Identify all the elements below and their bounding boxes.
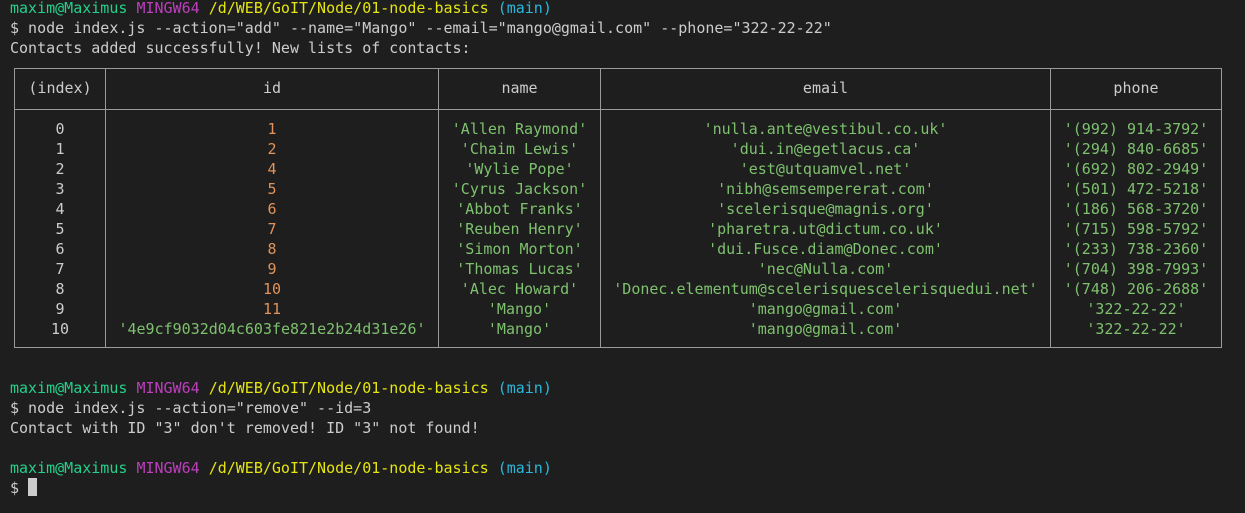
- table-header-id: id: [262, 79, 282, 97]
- table-cell-name: 'Wylie Pope': [465, 160, 574, 178]
- command-line: $ node index.js --action="add" --name="M…: [10, 19, 832, 37]
- prompt-path: /d/WEB/GoIT/Node/01-node-basics: [208, 459, 489, 477]
- table-cell-phone: '(748) 206-2688': [1063, 280, 1209, 298]
- table-cell-id: 8: [267, 240, 277, 258]
- table-cell-name: 'Thomas Lucas': [456, 260, 583, 278]
- table-cell-index: 9: [55, 300, 65, 318]
- table-cell-id: 11: [262, 300, 282, 318]
- table-cell-email: 'mango@gmail.com': [748, 320, 903, 338]
- prompt-shell: MINGW64: [136, 459, 200, 477]
- table-cell-email: 'Donec.elementum@scelerisquescelerisqued…: [613, 280, 1038, 298]
- prompt-shell: MINGW64: [136, 0, 200, 17]
- table-cell-name: 'Abbot Franks': [456, 200, 583, 218]
- table-cell-index: 6: [55, 240, 65, 258]
- table-cell-index: 0: [55, 120, 65, 138]
- table-cell-id: '4e9cf9032d04c603fe821e2b24d31e26': [118, 320, 426, 338]
- table-cell-index: 7: [55, 260, 65, 278]
- table-cell-id: 10: [262, 280, 282, 298]
- table-cell-index: 8: [55, 280, 65, 298]
- table-cell-index: 4: [55, 200, 65, 218]
- table-cell-email: 'dui.Fusce.diam@Donec.com': [708, 240, 943, 258]
- command-line: $ node index.js --action="remove" --id=3: [10, 399, 372, 417]
- table-cell-email: 'pharetra.ut@dictum.co.uk': [708, 220, 943, 238]
- table-cell-phone: '(186) 568-3720': [1063, 200, 1209, 218]
- table-cell-id: 6: [267, 200, 277, 218]
- table-cell-index: 10: [50, 320, 70, 338]
- table-cell-id: 1: [267, 120, 277, 138]
- prompt-shell: MINGW64: [136, 379, 200, 397]
- table-cell-email: 'est@utquamvel.net': [739, 160, 912, 178]
- table-cell-name: 'Simon Morton': [456, 240, 583, 258]
- table-cell-email: 'nec@Nulla.com': [757, 260, 894, 278]
- table-cell-phone: '(233) 738-2360': [1063, 240, 1209, 258]
- table-cell-email: 'dui.in@egetlacus.ca': [730, 140, 921, 158]
- table-cell-phone: '(992) 914-3792': [1063, 120, 1209, 138]
- table-cell-name: 'Mango': [487, 320, 552, 338]
- table-cell-email: 'scelerisque@magnis.org': [717, 200, 934, 218]
- table-cell-id: 5: [267, 180, 277, 198]
- table-cell-name: 'Reuben Henry': [456, 220, 583, 238]
- prompt-branch: (main): [497, 379, 552, 397]
- table-cell-name: 'Chaim Lewis': [460, 140, 579, 158]
- table-cell-name: 'Alec Howard': [460, 280, 579, 298]
- table-header-email: email: [802, 79, 849, 97]
- table-cell-name: 'Allen Raymond': [451, 120, 588, 138]
- output-line: Contacts added successfully! New lists o…: [10, 39, 471, 57]
- table-header-index: (index): [28, 79, 92, 97]
- table-cell-index: 5: [55, 220, 65, 238]
- prompt-dollar: $: [10, 479, 29, 497]
- table-cell-phone: '322-22-22': [1086, 320, 1186, 338]
- prompt-line: maxim@Maximus MINGW64 /d/WEB/GoIT/Node/0…: [10, 0, 552, 18]
- prompt-line: maxim@Maximus MINGW64 /d/WEB/GoIT/Node/0…: [10, 378, 552, 398]
- prompt-user: maxim@Maximus: [10, 459, 128, 477]
- table-cell-id: 7: [267, 220, 277, 238]
- table-cell-name: 'Mango': [487, 300, 552, 318]
- prompt-branch: (main): [497, 0, 552, 17]
- table-cell-index: 1: [55, 140, 65, 158]
- table-header-name: name: [501, 79, 538, 97]
- table-cell-phone: '(501) 472-5218': [1063, 180, 1209, 198]
- table-cell-phone: '(692) 802-2949': [1063, 160, 1209, 178]
- text-cursor: [28, 478, 38, 496]
- prompt-user: maxim@Maximus: [10, 379, 128, 397]
- table-cell-phone: '(715) 598-5792': [1063, 220, 1209, 238]
- table-cell-id: 2: [267, 140, 277, 158]
- prompt-path: /d/WEB/GoIT/Node/01-node-basics: [208, 379, 489, 397]
- output-line: Contact with ID "3" don't removed! ID "3…: [10, 419, 480, 437]
- input-line[interactable]: $: [10, 478, 38, 498]
- table-cell-id: 4: [267, 160, 277, 178]
- table-cell-phone: '(704) 398-7993': [1063, 260, 1209, 278]
- header-separator: [15, 109, 1221, 110]
- prompt-path: /d/WEB/GoIT/Node/01-node-basics: [208, 0, 489, 17]
- prompt-line: maxim@Maximus MINGW64 /d/WEB/GoIT/Node/0…: [10, 458, 552, 478]
- prompt-branch: (main): [497, 459, 552, 477]
- table-cell-email: 'nibh@semsempererat.com': [717, 180, 934, 198]
- prompt-user: maxim@Maximus: [10, 0, 128, 17]
- table-header-phone: phone: [1113, 79, 1159, 97]
- table-cell-email: 'mango@gmail.com': [748, 300, 903, 318]
- table-cell-id: 9: [267, 260, 277, 278]
- table-cell-phone: '322-22-22': [1086, 300, 1186, 318]
- contacts-table: (index) id name email phone 0 1 'Allen Ray…: [14, 68, 1222, 348]
- table-cell-index: 3: [55, 180, 65, 198]
- terminal-window[interactable]: maxim@Maximus MINGW64 /d/WEB/GoIT/Node/0…: [0, 0, 1245, 513]
- table-cell-index: 2: [55, 160, 65, 178]
- table-cell-name: 'Cyrus Jackson': [451, 180, 588, 198]
- table-cell-phone: '(294) 840-6685': [1063, 140, 1209, 158]
- table-cell-email: 'nulla.ante@vestibul.co.uk': [703, 120, 948, 138]
